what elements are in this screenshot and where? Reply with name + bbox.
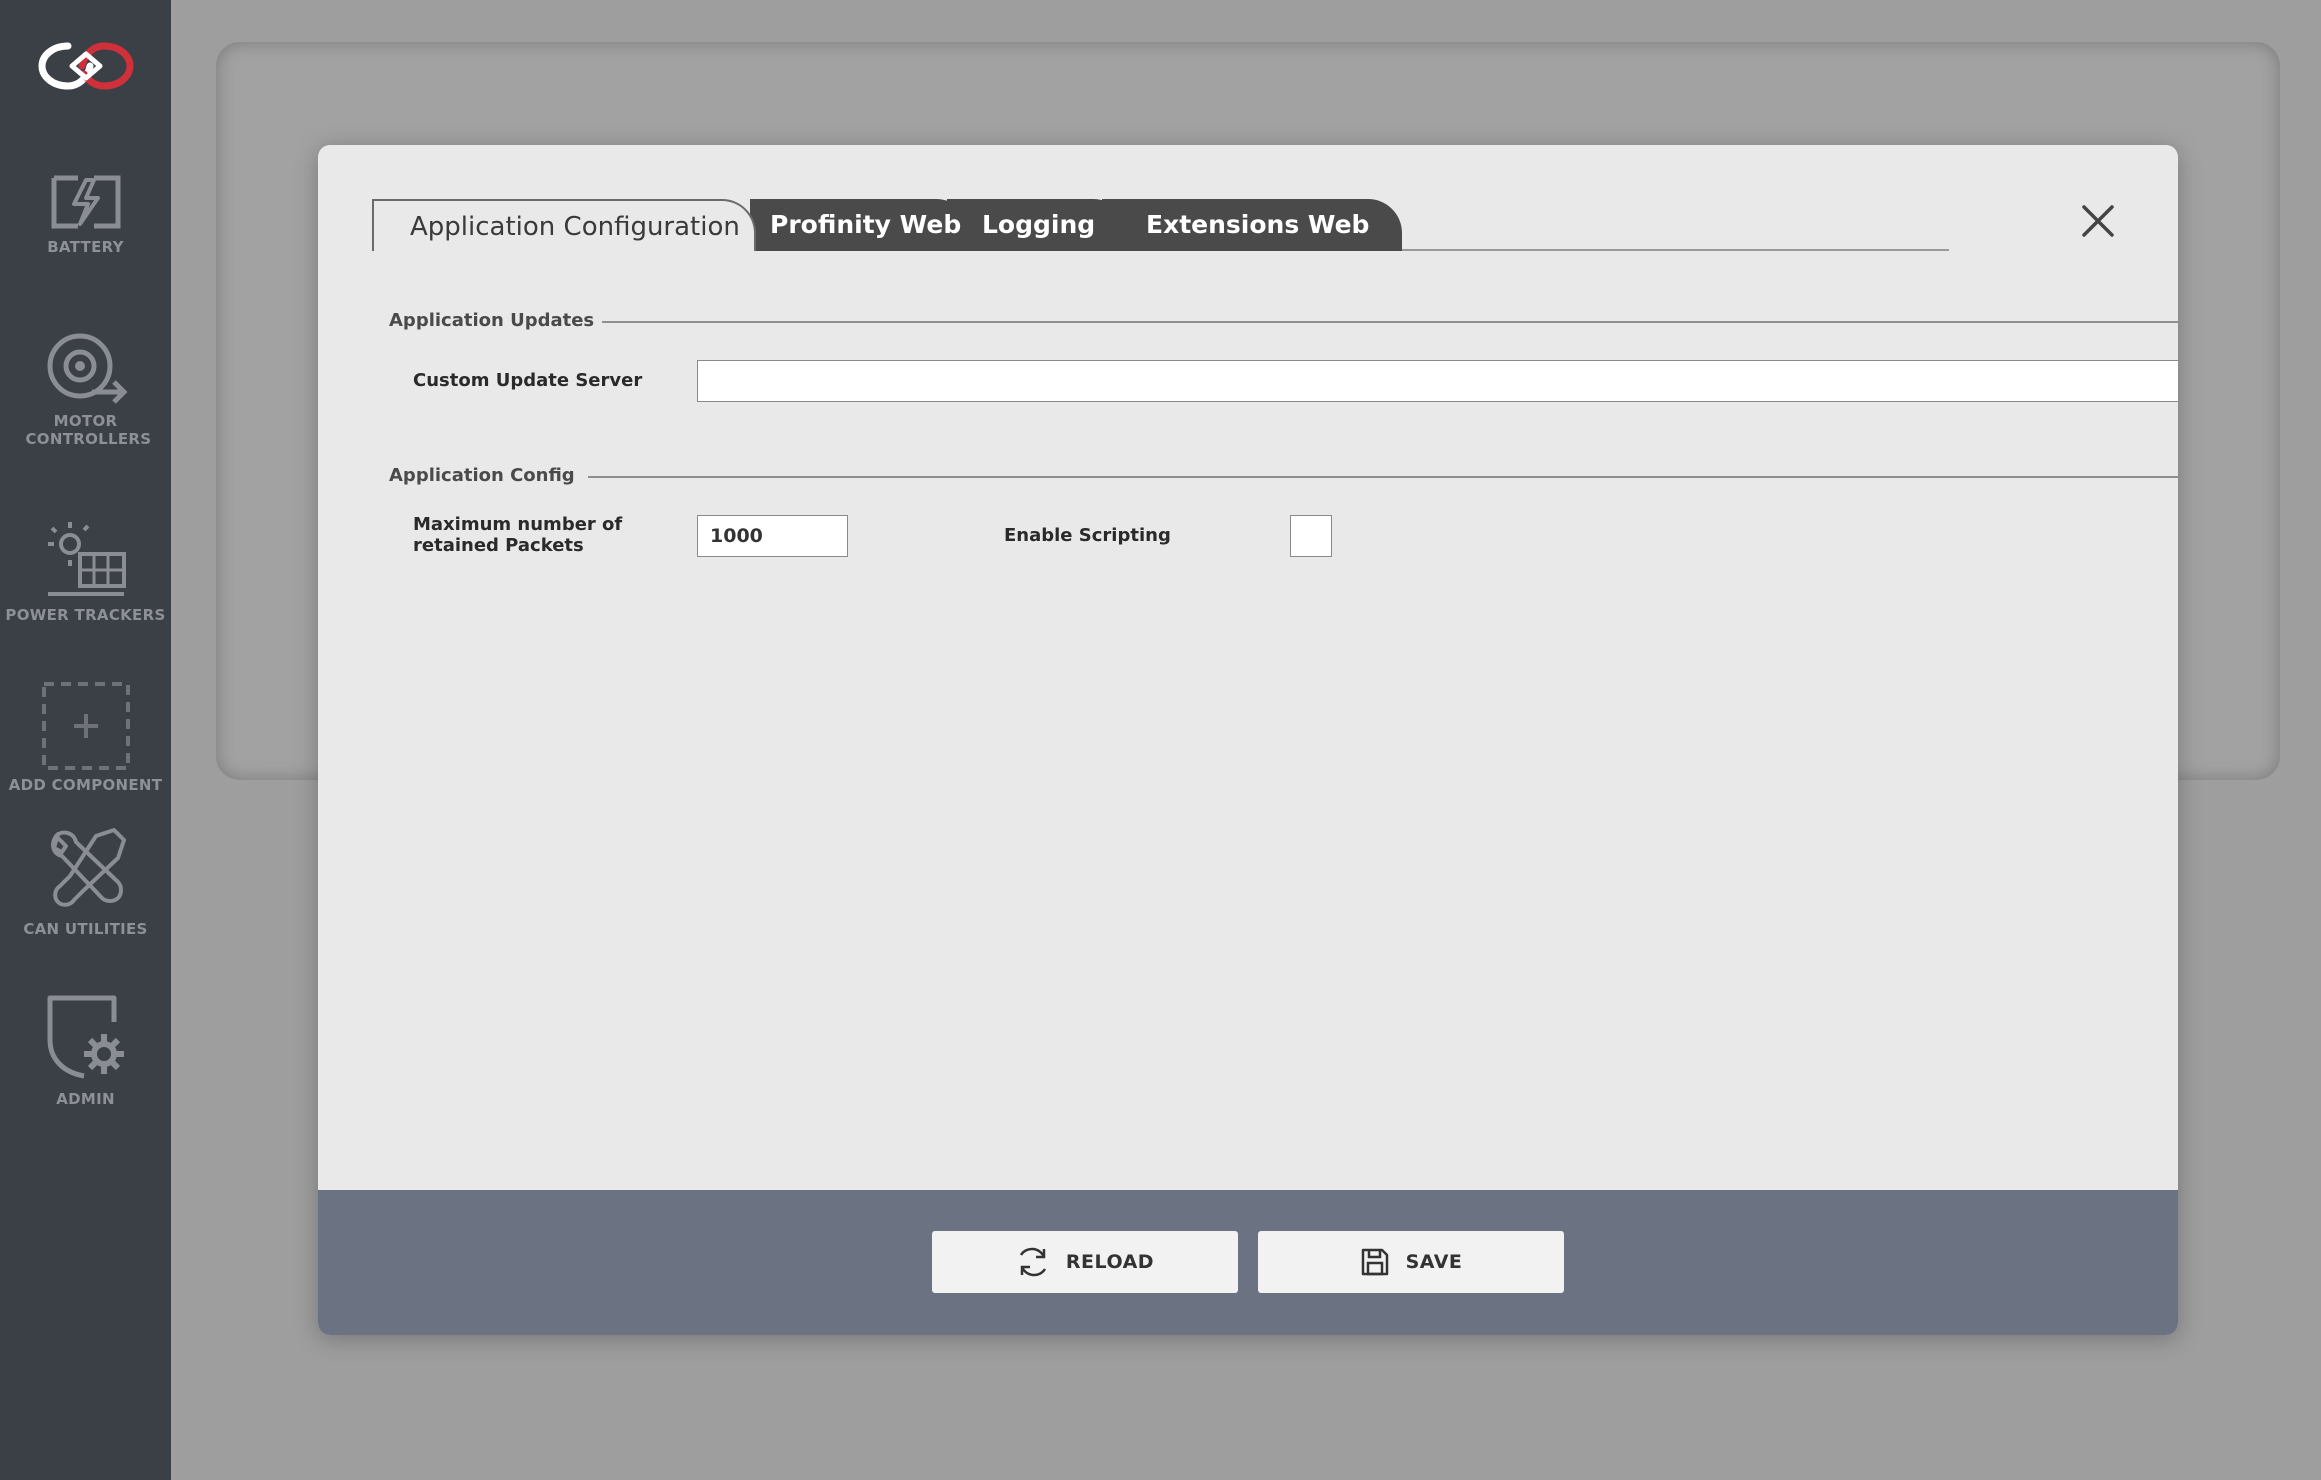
save-icon — [1361, 1248, 1388, 1276]
sidebar-item-battery[interactable]: BATTERY — [0, 174, 171, 256]
close-icon[interactable] — [2080, 203, 2116, 239]
dialog-footer: RELOAD SAVE — [318, 1190, 2178, 1335]
sidebar-item-can-utilities[interactable]: CAN UTILITIES — [0, 828, 171, 938]
tab-application-configuration[interactable]: Application Configuration — [372, 199, 756, 251]
enable-scripting-checkbox[interactable] — [1290, 515, 1332, 557]
custom-update-server-label: Custom Update Server — [413, 370, 643, 391]
sidebar-item-motor-controllers[interactable]: MOTOR CONTROLLERS — [0, 330, 171, 448]
refresh-icon — [1019, 1247, 1046, 1277]
sidebar-item-label: POWER TRACKERS — [5, 606, 166, 624]
sidebar: BATTERY MOTOR CONTROLLERS POWER TRACKERS… — [0, 0, 171, 1480]
admin-settings-icon — [47, 995, 124, 1079]
tools-icon — [50, 828, 126, 907]
save-label: SAVE — [1405, 1251, 1463, 1273]
sidebar-item-add-component[interactable]: ADD COMPONENT — [0, 680, 171, 794]
app-logo-icon[interactable] — [38, 38, 134, 94]
tab-profinity-web[interactable]: Profinity Web — [750, 199, 970, 251]
add-component-icon — [41, 682, 130, 770]
sidebar-item-power-trackers[interactable]: POWER TRACKERS — [0, 518, 171, 624]
section-title-updates: Application Updates — [389, 310, 595, 331]
custom-update-server-input[interactable] — [697, 360, 2178, 402]
max-packets-label: Maximum number of retained Packets — [413, 514, 622, 556]
section-title-config: Application Config — [389, 465, 575, 486]
settings-dialog: Extensions Web Logging Profinity Web App… — [318, 145, 2178, 1335]
tab-bar: Extensions Web Logging Profinity Web App… — [372, 199, 1949, 251]
sidebar-item-label: ADMIN — [56, 1090, 115, 1108]
solar-panel-icon — [47, 522, 126, 596]
max-packets-input[interactable] — [697, 515, 848, 557]
sidebar-item-label: BATTERY — [47, 238, 124, 256]
sidebar-item-label: ADD COMPONENT — [8, 776, 163, 794]
motor-controller-icon — [47, 333, 128, 404]
enable-scripting-label: Enable Scripting — [1004, 525, 1171, 546]
tab-logging[interactable]: Logging — [947, 199, 1127, 251]
sidebar-item-admin[interactable]: ADMIN — [0, 994, 171, 1108]
battery-icon — [51, 175, 120, 229]
section-divider — [602, 321, 2178, 323]
max-packets-label-line2: retained Packets — [413, 535, 584, 556]
save-button[interactable]: SAVE — [1258, 1231, 1564, 1293]
max-packets-label-line1: Maximum number of — [413, 514, 623, 535]
reload-label: RELOAD — [1065, 1251, 1155, 1273]
sidebar-item-label: CAN UTILITIES — [23, 920, 148, 938]
sidebar-item-label: MOTOR CONTROLLERS — [25, 412, 152, 448]
section-divider — [588, 476, 2178, 478]
reload-button[interactable]: RELOAD — [932, 1231, 1238, 1293]
tab-extensions-web[interactable]: Extensions Web — [1102, 199, 1402, 251]
